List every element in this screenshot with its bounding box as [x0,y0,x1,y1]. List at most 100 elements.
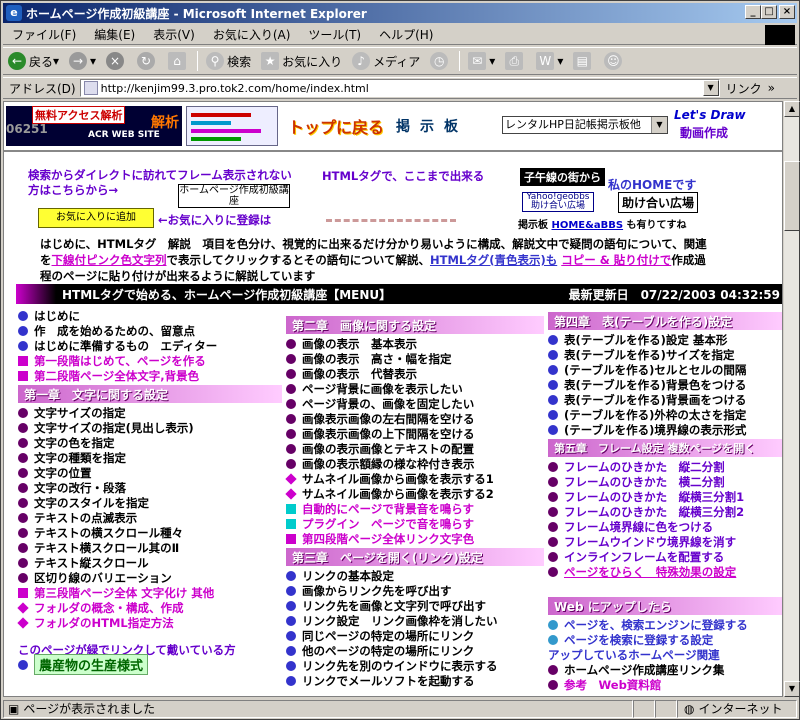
access-banner[interactable]: 無料アクセス解析 06251 ACR WEB SITE 解析 [6,106,182,146]
list-item[interactable]: 同じページの特定の場所にリンク [286,628,544,643]
back-button[interactable]: ← 戻る ▾ [3,49,64,73]
vertical-scrollbar[interactable]: ▲ ▼ [783,101,800,697]
myhome-link[interactable]: 私のHOMEです [608,176,696,193]
list-item[interactable]: ページをひらく 特殊効果の設定 [548,564,782,579]
list-item[interactable]: リンク設定 リンク画像枠を消したい [286,613,544,628]
list-item[interactable]: 文字の位置 [18,465,282,480]
pink-link[interactable]: 下線付ピンク色文字列 [52,253,167,267]
list-item[interactable]: (テーブルを作る)外枠の太さを指定 [548,407,782,422]
bbs-link[interactable]: HOME&aBBS [551,220,623,231]
list-item[interactable]: ページ背景の、画像を固定したい [286,396,544,411]
list-item[interactable]: 自動的にページで背景音を鳴らす [286,501,544,516]
list-item[interactable]: 第二段階ページ全体文字,背景色 [18,368,282,383]
list-item[interactable]: サムネイル画像から画像を表示する1 [285,471,544,486]
add-favorite-button[interactable]: お気に入りに追加 [38,208,154,228]
list-item[interactable]: ページを、検索エンジンに登録する [548,617,782,632]
list-item[interactable]: 画像の表示額縁の様な枠付き表示 [286,456,544,471]
list-item[interactable]: テキストの横スクロール種々 [18,525,282,540]
list-item[interactable]: フレームのひきかた 縦横三分割2 [548,504,782,519]
list-item[interactable]: リンク先を別のウインドウに表示する [286,658,544,673]
hp-course-link[interactable]: ホームページ作成初級講座 [178,184,290,208]
list-item[interactable]: 参考 Web資料館 [548,677,782,692]
list-item[interactable]: ホームページ作成講座リンク集 [548,662,782,677]
list-item[interactable]: リンク先を画像と文字列で呼び出す [286,598,544,613]
yahoo-banner[interactable]: Yahoo!geobbs 助け合い広場 [522,192,594,212]
menu-view[interactable]: 表示(V) [144,26,204,43]
menu-file[interactable]: ファイル(F) [3,26,85,43]
list-item[interactable]: 画像表示画像の左右間隔を空ける [286,411,544,426]
list-item[interactable]: 画像からリンク先を呼び出す [286,583,544,598]
list-item[interactable]: テキスト縦スクロール [18,555,282,570]
list-item[interactable]: 画像表示画像の上下間隔を空ける [286,426,544,441]
koyo-badge[interactable]: 子午線の街から [520,168,605,186]
list-item[interactable]: 他のページの特定の場所にリンク [286,643,544,658]
douga-link[interactable]: 動画作成 [680,124,728,141]
list-item[interactable]: 第一段階はじめて、ページを作る [18,353,282,368]
address-input[interactable]: http://kenjim99.3.pro.tok2.com/home/inde… [79,79,720,97]
letsdraw-link[interactable]: Let's Draw [674,108,746,122]
refresh-button[interactable]: ↻ [132,49,163,73]
list-item[interactable]: (テーブルを作る)境界線の表示形式 [548,422,782,437]
minimize-button[interactable]: _ [745,5,761,19]
list-item[interactable]: 文字の改行・段落 [18,480,282,495]
list-item[interactable]: フレームのひきかた 横二分割 [548,474,782,489]
list-item[interactable]: (テーブルを作る)セルとセルの間隔 [548,362,782,377]
mail-button[interactable]: ✉ ▾ [463,49,500,73]
maximize-button[interactable]: □ [761,5,777,19]
list-item[interactable]: 画像の表示画像とテキストの配置 [286,441,544,456]
list-item[interactable]: 第四段階ページ全体リンク文字色 [286,531,544,546]
scroll-down-icon[interactable]: ▼ [784,681,800,697]
links-chevron-icon[interactable]: » [768,81,775,95]
list-item[interactable]: 文字のスタイルを指定 [18,495,282,510]
menu-edit[interactable]: 編集(E) [85,26,144,43]
close-button[interactable]: × [779,5,795,19]
list-item[interactable]: 表(テーブルを作る)設定 基本形 [548,332,782,347]
rental-select[interactable]: レンタルHP日記帳掲示板他 ▼ [502,116,668,134]
search-button[interactable]: ⚲ 検索 [201,49,256,73]
blue-link[interactable]: HTMLタグ(青色表示)も [430,253,557,267]
list-item[interactable]: フレームのひきかた 縦二分割 [548,459,782,474]
list-item[interactable]: 文字の色を指定 [18,435,282,450]
list-item[interactable]: 画像の表示 基本表示 [286,336,544,351]
list-item[interactable]: 表(テーブルを作る)背景色をつける [548,377,782,392]
top-link[interactable]: トップに戻る [288,114,384,138]
list-item[interactable]: サムネイル画像から画像を表示する2 [285,486,544,501]
favorites-button[interactable]: ★ お気に入り [256,49,347,73]
list-item[interactable]: 文字の種類を指定 [18,450,282,465]
list-item[interactable]: 表(テーブルを作る)サイズを指定 [548,347,782,362]
list-item[interactable]: プラグイン ページで音を鳴らす [286,516,544,531]
forward-button[interactable]: → ▾ [64,49,101,73]
list-item[interactable]: フレームのひきかた 縦横三分割1 [548,489,782,504]
list-item[interactable]: はじめに [18,308,282,323]
list-item[interactable]: 第三段階ページ全体 文字化け 其他 [18,585,282,600]
history-button[interactable]: ◷ [425,49,456,73]
edit-button[interactable]: W ▾ [531,49,568,73]
list-item[interactable]: フレームウインドウ境界線を消す [548,534,782,549]
menu-help[interactable]: ヘルプ(H) [370,26,442,43]
list-item[interactable]: テキスト横スクロール其のⅡ [18,540,282,555]
stop-button[interactable]: × [101,49,132,73]
scroll-thumb[interactable] [784,161,800,231]
tasuke-link[interactable]: 助け合い広場 [618,192,699,213]
list-item[interactable]: フォルダのHTML指定方法 [17,615,282,630]
list-item[interactable]: ページを検索に登録する設定 [548,632,782,647]
list-item[interactable]: フォルダの概念・構成、作成 [17,600,282,615]
list-item[interactable]: 画像の表示 高さ・幅を指定 [286,351,544,366]
scroll-up-icon[interactable]: ▲ [784,101,800,117]
discuss-button[interactable]: ▤ [568,49,599,73]
copy-link[interactable]: コピー & 貼り付けで [561,253,671,267]
list-item[interactable]: リンクの基本設定 [286,568,544,583]
media-button[interactable]: ♪ メディア [347,49,425,73]
list-item[interactable]: テキストの点滅表示 [18,510,282,525]
list-item[interactable]: フレーム境界線に色をつける [548,519,782,534]
menu-tools[interactable]: ツール(T) [299,26,370,43]
chevron-down-icon[interactable]: ▼ [702,80,719,96]
list-item[interactable]: 画像の表示 代替表示 [286,366,544,381]
messenger-button[interactable]: ☺ [599,49,630,73]
list-item[interactable]: インラインフレームを配置する [548,549,782,564]
links-button[interactable]: リンク [726,80,762,97]
list-item[interactable]: リンクでメールソフトを起動する [286,673,544,688]
print-button[interactable]: ⎙ [500,49,531,73]
list-item[interactable]: 農産物の生産様式 [18,654,282,675]
list-item[interactable]: 区切り線のバリエーション [18,570,282,585]
